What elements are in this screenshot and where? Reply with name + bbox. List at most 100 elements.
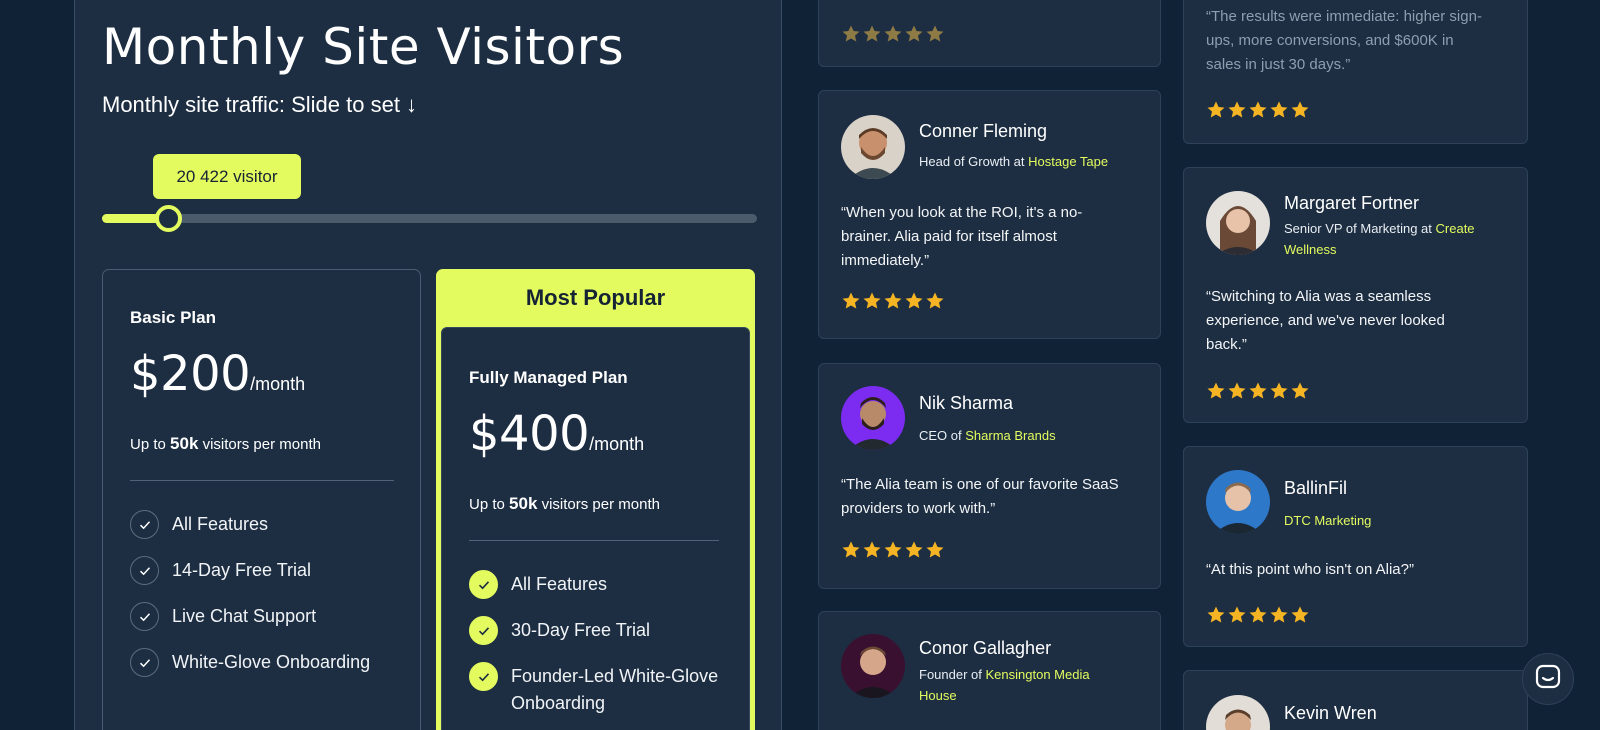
testimonial-author: Margaret Fortner xyxy=(1284,193,1420,213)
testimonial-card: “The results were immediate: higher sign… xyxy=(1183,0,1528,144)
testimonial-author: BallinFil xyxy=(1284,478,1348,498)
testimonial-card: BallinFil DTC Marketing “At this point w… xyxy=(1183,446,1528,647)
star-icon xyxy=(926,541,944,558)
quote-line: sales in just 30 days.” xyxy=(1206,56,1351,73)
check-icon xyxy=(130,648,159,677)
star-rating xyxy=(841,24,945,44)
plan-price: $200/month xyxy=(130,346,305,402)
quote-line: “The results were immediate: higher sign… xyxy=(1206,8,1482,25)
star-icon xyxy=(926,292,944,309)
feature-label: All Features xyxy=(511,574,608,594)
role-text: Head of Growth at xyxy=(919,154,1029,169)
star-icon xyxy=(905,292,923,309)
feature-label: Live Chat Support xyxy=(172,606,317,626)
visitor-slider-track[interactable] xyxy=(102,214,757,223)
check-icon xyxy=(469,662,498,691)
testimonial-role: Senior VP of Marketing at Create Wellnes… xyxy=(1284,218,1504,260)
popular-plan-card: Most Popular Fully Managed Plan $400/mon… xyxy=(436,269,755,730)
feature-label-line: Founder-Led White-Glove xyxy=(511,666,719,686)
plan-visitor-limit: Up to 50k visitors per month xyxy=(469,494,660,514)
visitor-slider-handle[interactable] xyxy=(154,205,182,232)
star-icon xyxy=(1291,101,1309,118)
plan-name: Fully Managed Plan xyxy=(469,368,628,387)
star-icon xyxy=(1291,606,1309,623)
role-text: CEO of xyxy=(919,428,966,443)
testimonial-card: Kevin Wren xyxy=(1183,670,1528,730)
star-rating xyxy=(841,291,945,311)
testimonial-role: DTC Marketing xyxy=(1284,510,1504,531)
testimonial-role: CEO of Sharma Brands xyxy=(919,425,1139,446)
star-icon xyxy=(905,25,923,42)
feature-item: All Features xyxy=(469,570,608,599)
star-icon xyxy=(863,292,881,309)
star-icon xyxy=(842,25,860,42)
pricing-panel: Monthly Site Visitors Monthly site traff… xyxy=(74,0,782,730)
testimonial-card: Conor Gallagher Founder of Kensington Me… xyxy=(818,611,1161,730)
star-icon xyxy=(1249,382,1267,399)
company-link[interactable]: DTC Marketing xyxy=(1284,513,1371,528)
star-icon xyxy=(1291,382,1309,399)
feature-label: Founder-Led White-Glove Onboarding xyxy=(511,663,718,717)
role-text: Senior VP of Marketing at xyxy=(1284,221,1436,236)
plan-price: $400/month xyxy=(469,406,644,462)
check-icon xyxy=(130,602,159,631)
chat-launcher-button[interactable] xyxy=(1522,653,1574,705)
star-icon xyxy=(1249,101,1267,118)
chat-icon xyxy=(1535,664,1561,695)
price-period: /month xyxy=(589,434,645,454)
testimonial-author: Conner Fleming xyxy=(919,121,1048,141)
feature-label: All Features xyxy=(172,514,269,534)
quote-line: providers to work with.” xyxy=(841,500,996,517)
testimonial-quote: “The Alia team is one of our favorite Sa… xyxy=(841,473,1141,521)
avatar xyxy=(1206,191,1270,255)
company-link[interactable]: Sharma Brands xyxy=(965,428,1055,443)
price-amount: $400 xyxy=(469,406,590,462)
star-icon xyxy=(1270,101,1288,118)
avatar xyxy=(841,115,905,179)
feature-item: All Features xyxy=(130,510,269,539)
company-link[interactable]: Wellness xyxy=(1284,242,1337,257)
visitor-count-tooltip: 20 422 visitor xyxy=(153,154,301,199)
plan-name: Basic Plan xyxy=(130,308,216,327)
star-icon xyxy=(1228,101,1246,118)
avatar xyxy=(1206,695,1270,730)
role-text: Founder of xyxy=(919,667,986,682)
company-link[interactable]: Hostage Tape xyxy=(1028,154,1108,169)
quote-line: brainer. Alia paid for itself almost xyxy=(841,228,1057,245)
star-icon xyxy=(1207,606,1225,623)
company-link[interactable]: Kensington Media xyxy=(986,667,1090,682)
star-rating xyxy=(1206,605,1310,625)
feature-item: 30-Day Free Trial xyxy=(469,616,650,645)
quote-line: “At this point who isn't on Alia?” xyxy=(1206,561,1414,578)
testimonial-card: Margaret Fortner Senior VP of Marketing … xyxy=(1183,167,1528,423)
star-rating xyxy=(1206,100,1310,120)
visitor-limit-value: 50k xyxy=(170,434,199,453)
visitor-limit-suffix: visitors per month xyxy=(537,496,660,513)
testimonial-quote: “At this point who isn't on Alia?” xyxy=(1206,558,1506,582)
star-icon xyxy=(1249,606,1267,623)
feature-item: White-Glove Onboarding xyxy=(130,648,370,677)
testimonial-author: Kevin Wren xyxy=(1284,703,1377,723)
testimonial-quote: “The results were immediate: higher sign… xyxy=(1206,5,1506,77)
avatar xyxy=(841,634,905,698)
price-amount: $200 xyxy=(130,346,251,402)
testimonial-quote: “When you look at the ROI, it's a no- br… xyxy=(841,201,1141,273)
testimonial-quote: “Switching to Alia was a seamless experi… xyxy=(1206,285,1506,357)
company-link[interactable]: Create xyxy=(1436,221,1475,236)
star-icon xyxy=(842,292,860,309)
quote-line: “When you look at the ROI, it's a no- xyxy=(841,204,1083,221)
quote-line: immediately.” xyxy=(841,252,930,269)
star-icon xyxy=(842,541,860,558)
plan-visitor-limit: Up to 50k visitors per month xyxy=(130,434,321,454)
company-link[interactable]: House xyxy=(919,688,957,703)
feature-item: Founder-Led White-Glove Onboarding xyxy=(469,662,718,717)
star-rating xyxy=(1206,381,1310,401)
testimonial-author: Nik Sharma xyxy=(919,393,1014,413)
quote-line: “The Alia team is one of our favorite Sa… xyxy=(841,476,1119,493)
slider-instructions: Monthly site traffic: Slide to set ↓ xyxy=(102,92,418,117)
testimonial-author: Conor Gallagher xyxy=(919,638,1052,658)
star-rating xyxy=(841,540,945,560)
testimonial-role: Founder of Kensington Media House xyxy=(919,664,1139,706)
star-icon xyxy=(905,541,923,558)
star-icon xyxy=(884,541,902,558)
